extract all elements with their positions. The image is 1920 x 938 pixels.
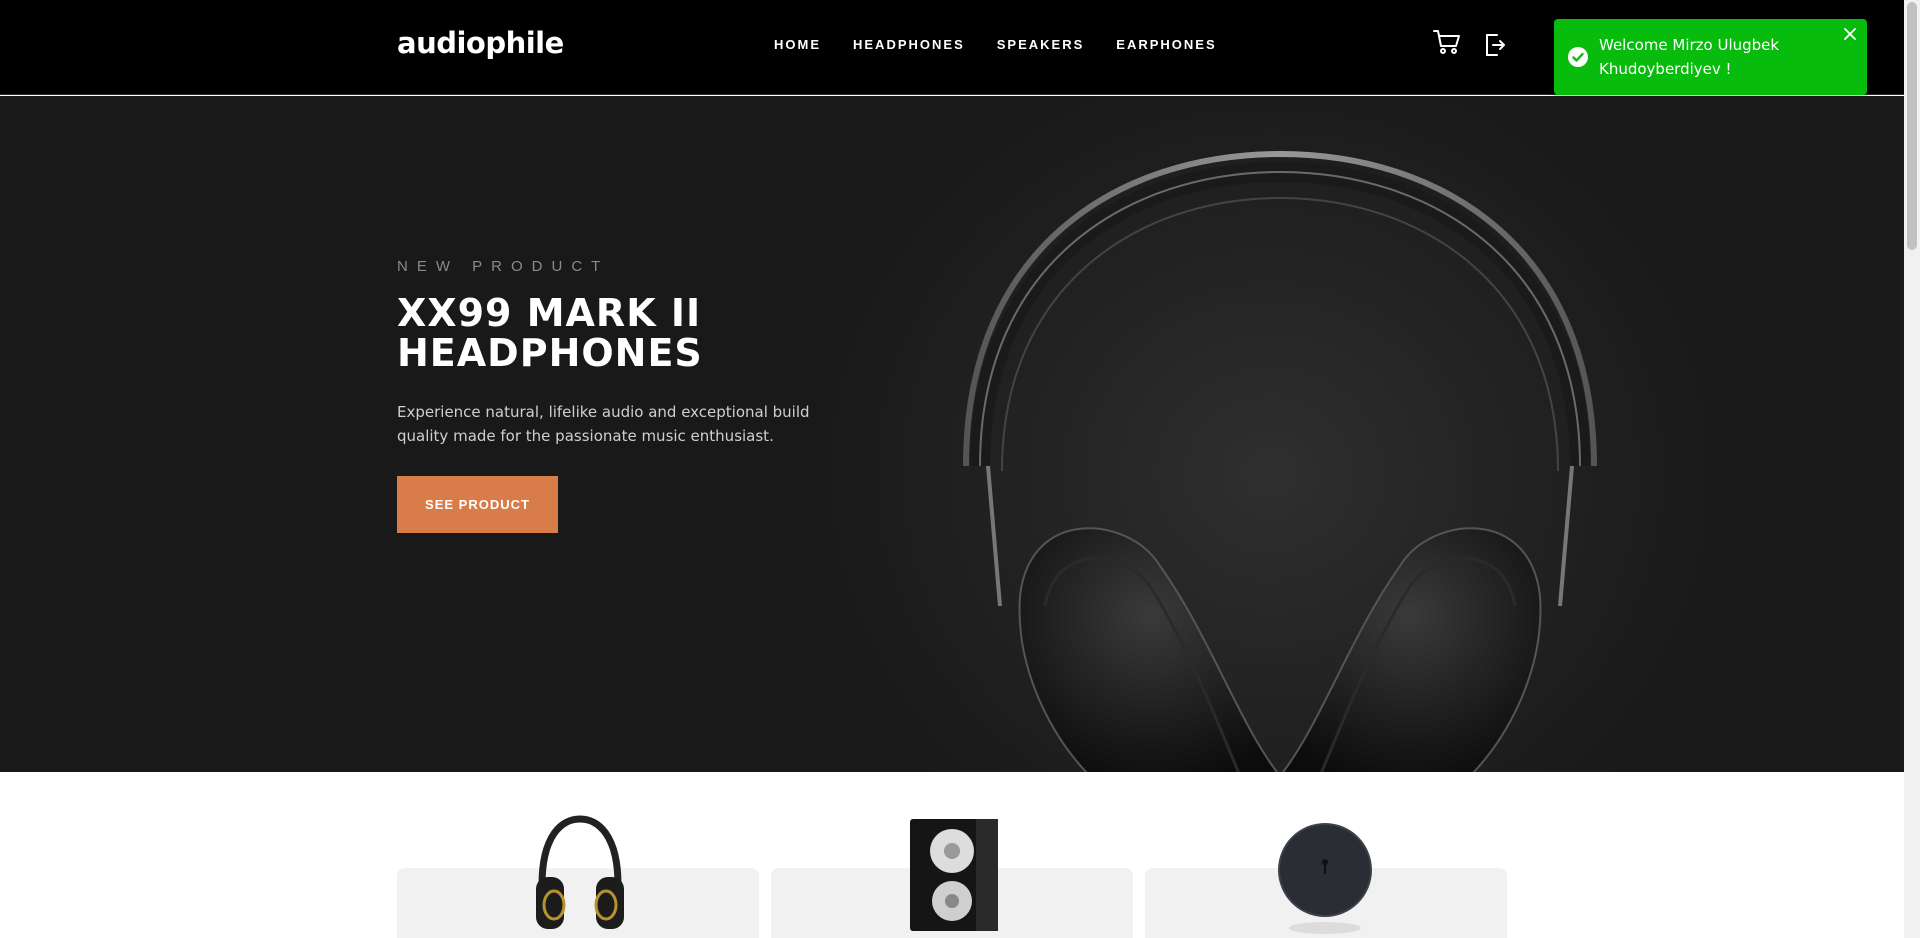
brand-logo[interactable]: audiophile [397,26,564,60]
hero-title: XX99 MARK II HEADPHONES [397,291,703,375]
hero-section: NEW PRODUCT XX99 MARK II HEADPHONES Expe… [0,96,1904,772]
welcome-toast: Welcome Mirzo Ulugbek Khudoyberdiyev ! [1554,19,1867,95]
main-nav: HOME HEADPHONES SPEAKERS EARPHONES [774,37,1217,52]
toast-message: Welcome Mirzo Ulugbek Khudoyberdiyev ! [1599,36,1780,78]
see-product-button[interactable]: SEE PRODUCT [397,476,558,533]
headphones-icon [536,815,624,929]
close-icon[interactable] [1843,27,1857,41]
logout-icon[interactable] [1484,33,1506,57]
nav-link-headphones[interactable]: HEADPHONES [853,37,965,52]
cart-icon[interactable] [1433,29,1461,55]
nav-link-home[interactable]: HOME [774,37,821,52]
hero-description: Experience natural, lifelike audio and e… [397,403,810,445]
earphones-icon [1278,823,1372,934]
hero-eyebrow: NEW PRODUCT [397,258,610,275]
hero-headphones-image [963,150,1597,772]
scrollbar-thumb[interactable] [1907,2,1917,250]
nav-link-speakers[interactable]: SPEAKERS [997,37,1085,52]
page-scrollbar[interactable] [1904,0,1920,938]
check-circle-icon [1568,47,1588,67]
speaker-icon [910,819,998,931]
nav-link-earphones[interactable]: EARPHONES [1116,37,1216,52]
